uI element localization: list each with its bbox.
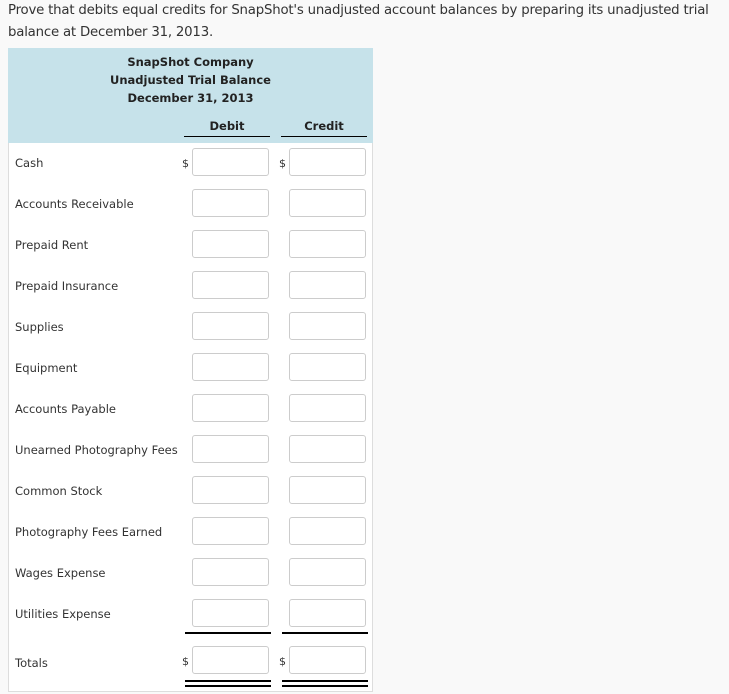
credit-input[interactable]	[289, 189, 366, 217]
debit-input[interactable]	[192, 189, 269, 217]
account-label: Accounts Receivable	[15, 197, 134, 211]
debit-subtotal-rule	[185, 632, 271, 634]
totals-debit-dollar-sign: $	[182, 655, 189, 668]
credit-input[interactable]	[289, 394, 366, 422]
debit-total-double-rule	[185, 680, 271, 687]
account-label: Prepaid Rent	[15, 238, 89, 252]
trial-balance-header: SnapShot Company Unadjusted Trial Balanc…	[8, 48, 373, 143]
credit-input[interactable]	[289, 599, 366, 627]
debit-input[interactable]	[192, 148, 269, 176]
debit-dollar-sign: $	[182, 157, 189, 170]
total-debit-input[interactable]	[192, 646, 269, 674]
credit-dollar-sign: $	[279, 157, 286, 170]
totals-credit-dollar-sign: $	[279, 655, 286, 668]
credit-total-double-rule	[282, 680, 368, 687]
totals-label: Totals	[15, 656, 48, 670]
statement-date: December 31, 2013	[127, 91, 254, 105]
credit-input[interactable]	[289, 517, 366, 545]
credit-input[interactable]	[289, 148, 366, 176]
credit-input[interactable]	[289, 353, 366, 381]
account-label: Wages Expense	[15, 566, 106, 580]
debit-input[interactable]	[192, 435, 269, 463]
debit-input[interactable]	[192, 517, 269, 545]
account-label: Accounts Payable	[15, 402, 116, 416]
credit-subtotal-rule	[282, 632, 368, 634]
account-label: Prepaid Insurance	[15, 279, 119, 293]
debit-input[interactable]	[192, 558, 269, 586]
debit-input[interactable]	[192, 476, 269, 504]
account-label: Photography Fees Earned	[15, 525, 163, 539]
debit-column-header: Debit	[184, 119, 270, 137]
debit-input[interactable]	[192, 230, 269, 258]
account-label: Supplies	[15, 320, 64, 334]
trial-balance-form: SnapShot Company Unadjusted Trial Balanc…	[8, 48, 373, 692]
account-label: Utilities Expense	[15, 607, 111, 621]
credit-column-header: Credit	[281, 119, 367, 137]
debit-input[interactable]	[192, 353, 269, 381]
credit-input[interactable]	[289, 230, 366, 258]
question-prompt: Prove that debits equal credits for Snap…	[8, 3, 709, 40]
debit-input[interactable]	[192, 312, 269, 340]
account-label: Equipment	[15, 361, 78, 375]
account-label: Cash	[15, 156, 44, 170]
debit-input[interactable]	[192, 271, 269, 299]
credit-input[interactable]	[289, 558, 366, 586]
company-name: SnapShot Company	[127, 55, 254, 69]
total-credit-input[interactable]	[289, 646, 366, 674]
credit-input[interactable]	[289, 271, 366, 299]
credit-input[interactable]	[289, 435, 366, 463]
account-label: Common Stock	[15, 484, 103, 498]
debit-input[interactable]	[192, 394, 269, 422]
statement-title: Unadjusted Trial Balance	[110, 73, 271, 87]
debit-input[interactable]	[192, 599, 269, 627]
account-label: Unearned Photography Fees	[15, 443, 178, 457]
credit-input[interactable]	[289, 476, 366, 504]
credit-input[interactable]	[289, 312, 366, 340]
